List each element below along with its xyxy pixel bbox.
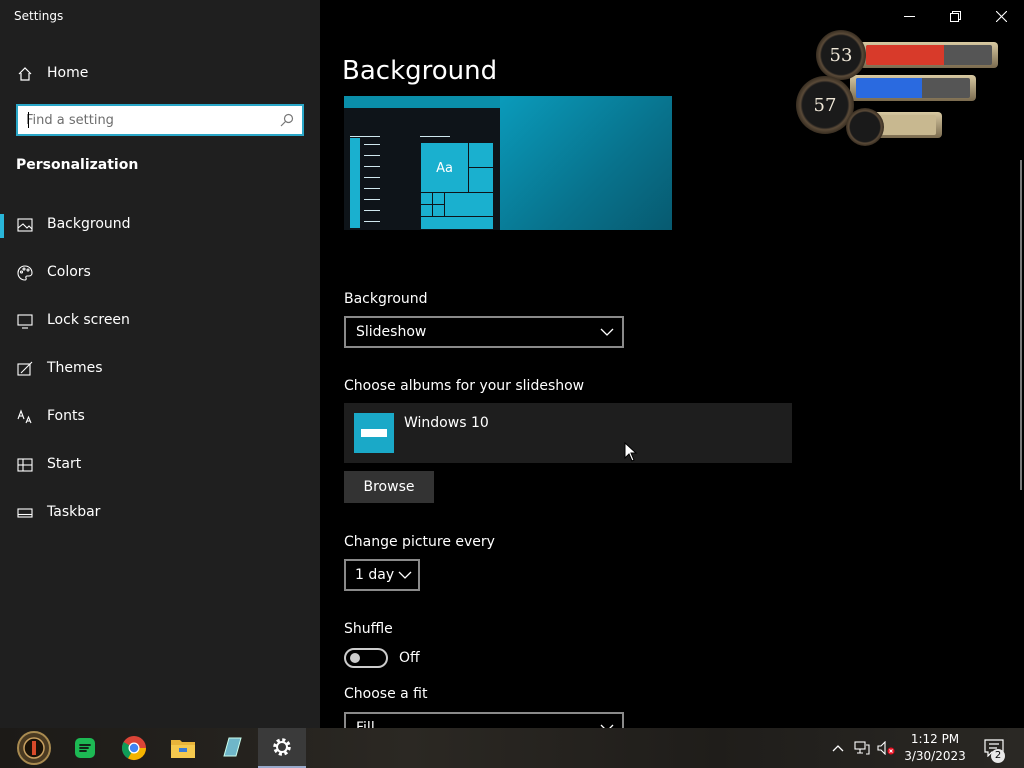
lock-screen-icon — [17, 314, 33, 329]
image-icon — [17, 218, 33, 232]
section-title: Personalization — [16, 157, 139, 173]
taskbar-chrome-app[interactable] — [110, 728, 158, 768]
album-thumbnail — [354, 413, 394, 453]
dropdown-value: Slideshow — [356, 324, 427, 340]
start-icon — [17, 458, 33, 472]
sidebar-item-lock-screen[interactable]: Lock screen — [0, 302, 320, 350]
dropdown-value: Fill — [356, 720, 375, 728]
shuffle-state: Off — [399, 650, 420, 666]
sidebar-item-colors[interactable]: Colors — [0, 254, 320, 302]
change-picture-dropdown[interactable]: 1 day — [344, 559, 420, 591]
sidebar-item-themes[interactable]: Themes — [0, 350, 320, 398]
sidebar-item-label: Colors — [47, 264, 91, 280]
shuffle-toggle[interactable] — [344, 648, 388, 668]
text-caret — [28, 112, 29, 128]
tray-volume-button[interactable] — [876, 728, 896, 768]
taskbar-file-explorer-app[interactable] — [159, 728, 207, 768]
sidebar-item-label: Lock screen — [47, 312, 130, 328]
app-title: Settings — [14, 9, 64, 23]
mana-bar-fill — [856, 78, 923, 98]
sidebar-item-label: Start — [47, 456, 82, 472]
sidebar-item-label: Taskbar — [47, 504, 101, 520]
taskbar-clock[interactable]: 1:12 PM 3/30/2023 — [898, 731, 972, 765]
file-explorer-icon — [171, 740, 195, 758]
notepad-icon — [223, 737, 242, 757]
dropdown-value: 1 day — [355, 567, 395, 583]
home-button[interactable]: Home — [0, 60, 320, 88]
sidebar-item-background[interactable]: Background — [0, 206, 320, 254]
health-bar-fill — [866, 45, 945, 65]
page-title: Background — [342, 56, 498, 86]
health-bar — [860, 42, 998, 68]
change-picture-label: Change picture every — [344, 534, 495, 550]
sidebar-item-start[interactable]: Start — [0, 446, 320, 494]
preview-tile: Aa — [420, 142, 469, 194]
fit-label: Choose a fit — [344, 686, 428, 702]
network-icon — [854, 741, 870, 755]
preview-wallpaper — [500, 96, 672, 230]
scrollbar[interactable] — [1020, 160, 1022, 490]
palette-icon — [17, 265, 33, 281]
home-label: Home — [47, 65, 89, 81]
mouse-cursor-icon — [624, 442, 638, 462]
tray-overflow-button[interactable] — [828, 728, 848, 768]
clock-date: 3/30/2023 — [904, 749, 966, 763]
volume-muted-icon — [877, 741, 895, 755]
taskbar-icon — [17, 508, 33, 518]
game-icon — [17, 731, 51, 765]
mana-value: 57 — [813, 94, 837, 116]
taskbar: 1:12 PM 3/30/2023 — [0, 728, 1024, 768]
themes-icon — [17, 361, 33, 376]
taskbar-notepad-app[interactable] — [208, 728, 256, 768]
album-item[interactable]: Windows 10 — [344, 403, 792, 463]
tray-network-button[interactable] — [852, 728, 872, 768]
sidebar-item-fonts[interactable]: Fonts — [0, 398, 320, 446]
taskbar-spotify-app[interactable] — [61, 728, 109, 768]
chevron-down-icon — [398, 571, 412, 579]
shuffle-label: Shuffle — [344, 621, 393, 637]
sidebar: Settings Home Personalization Background… — [0, 0, 320, 728]
chevron-down-icon — [600, 328, 614, 336]
mana-bar — [850, 75, 976, 101]
mount-gear-icon — [846, 108, 884, 146]
home-icon — [18, 67, 32, 81]
sidebar-item-label: Background — [47, 216, 131, 232]
search-input[interactable] — [26, 110, 276, 130]
health-value: 53 — [829, 44, 853, 66]
toggle-knob — [350, 653, 360, 663]
background-label: Background — [344, 291, 428, 307]
chrome-icon — [121, 736, 146, 761]
active-indicator — [0, 214, 4, 238]
clock-time: 1:12 PM — [910, 732, 960, 746]
chevron-up-icon — [832, 745, 844, 752]
taskbar-game-app[interactable] — [10, 728, 58, 768]
sidebar-nav: Background Colors Lock screen Themes Fon… — [0, 206, 320, 542]
game-hud-overlay: 53 57 — [796, 18, 1006, 158]
browse-button[interactable]: Browse — [344, 471, 434, 503]
sidebar-item-label: Themes — [47, 360, 103, 376]
sidebar-item-label: Fonts — [47, 408, 85, 424]
settings-icon — [273, 738, 291, 756]
fonts-icon — [17, 409, 32, 424]
background-dropdown[interactable]: Slideshow — [344, 316, 624, 348]
health-gear: 53 — [816, 30, 866, 80]
album-name: Windows 10 — [404, 415, 489, 431]
albums-label: Choose albums for your slideshow — [344, 378, 585, 394]
fit-dropdown[interactable]: Fill — [344, 712, 624, 728]
spotify-icon — [75, 738, 95, 758]
background-preview: Aa — [344, 96, 672, 230]
search-box[interactable] — [16, 104, 304, 136]
taskbar-settings-app[interactable] — [258, 728, 306, 768]
notification-count-badge: 2 — [991, 749, 1005, 763]
sidebar-item-taskbar[interactable]: Taskbar — [0, 494, 320, 542]
preview-start-menu: Aa — [344, 108, 500, 230]
search-icon[interactable] — [280, 113, 294, 127]
